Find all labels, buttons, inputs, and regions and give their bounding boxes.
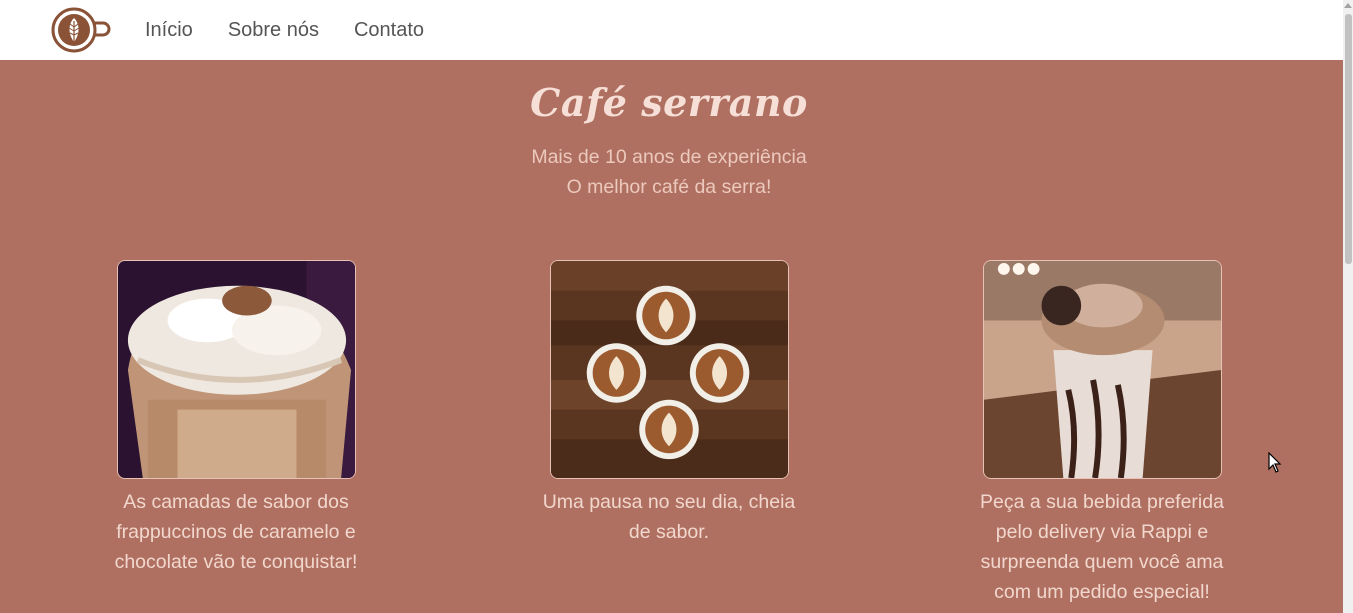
- milkshake-photo: [982, 260, 1222, 479]
- nav-link-contato[interactable]: Contato: [354, 0, 424, 60]
- subtitle-line-1: Mais de 10 anos de experiência: [531, 146, 807, 168]
- subtitle-line-2: O melhor café da serra!: [566, 176, 772, 198]
- frappuccino-photo: [116, 260, 356, 479]
- latte-cups-photo: [549, 260, 789, 479]
- hero-section: Café serrano Mais de 10 anos de experiên…: [0, 60, 1343, 613]
- vertical-scrollbar[interactable]: [1343, 0, 1353, 613]
- card-text-frappuccino: As camadas de sabor dos frappuccinos de …: [114, 491, 358, 573]
- hero-subtitle: Mais de 10 anos de experiência O melhor …: [0, 142, 1338, 202]
- mouse-cursor-icon: [1268, 452, 1282, 473]
- product-card-frappuccino: As camadas de sabor dos frappuccinos de …: [101, 260, 371, 577]
- page-title: Café serrano: [530, 80, 808, 125]
- product-card-milkshake: Peça a sua bebida preferida pelo deliver…: [967, 260, 1237, 607]
- card-text-latte: Uma pausa no seu dia, cheia de sabor.: [542, 491, 796, 543]
- latte-art-cup-icon[interactable]: [51, 7, 111, 53]
- nav-link-inicio[interactable]: Início: [145, 0, 193, 60]
- product-card-latte: Uma pausa no seu dia, cheia de sabor.: [534, 260, 804, 547]
- card-text-milkshake: Peça a sua bebida preferida pelo deliver…: [980, 491, 1224, 603]
- nav-link-sobre-nos[interactable]: Sobre nós: [228, 0, 319, 60]
- scroll-thumb[interactable]: [1345, 14, 1352, 264]
- navbar: Início Sobre nós Contato: [0, 0, 1343, 60]
- scroll-up-arrow-icon[interactable]: [1344, 3, 1352, 8]
- nav-links: Início Sobre nós Contato: [145, 0, 459, 60]
